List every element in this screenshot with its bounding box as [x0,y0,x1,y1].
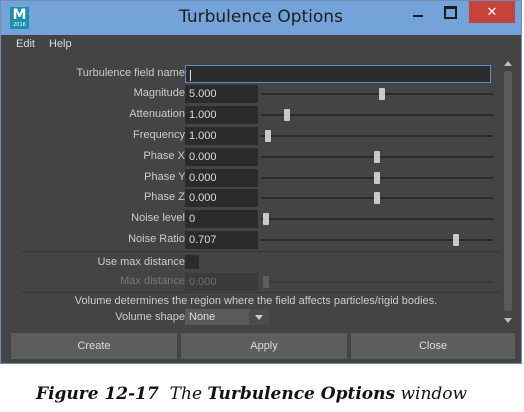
attenuation-slider[interactable] [261,109,493,121]
phase-y-slider-handle[interactable] [374,172,380,184]
magnitude-slider[interactable] [261,88,493,100]
turbulence-options-window: M 2016 Turbulence Options ✕ Edit Help Tu… [0,0,522,364]
caption-bold-title: Turbulence Options [207,384,396,404]
row-max-distance: Max distance: 0.000 [11,273,501,292]
caption-article: The [169,384,203,404]
row-phase-z: Phase Z: 0.000 [11,189,501,208]
minimize-button[interactable] [403,1,433,23]
scroll-down-arrow-icon[interactable] [504,318,512,323]
scroll-up-arrow-icon[interactable] [504,61,512,66]
phase-x-label: Phase X: [143,150,188,162]
phase-y-label: Phase Y: [144,171,188,183]
volume-shape-value: None [189,311,216,323]
attenuation-label: Attenuation: [129,108,188,120]
volume-shape-dropdown[interactable]: None [185,309,269,325]
menu-help[interactable]: Help [49,38,72,50]
row-use-max-distance: Use max distance: [11,254,501,273]
phase-z-slider-handle[interactable] [374,192,380,204]
noise-ratio-field[interactable]: 0.707 [185,231,258,249]
phase-x-slider-handle[interactable] [374,151,380,163]
phase-z-label: Phase Z: [143,191,188,203]
attenuation-slider-handle[interactable] [283,109,290,121]
minimize-icon [413,15,423,17]
magnitude-slider-handle[interactable] [378,88,385,100]
row-attenuation: Attenuation: 1.000 [11,106,501,125]
noise-level-slider-handle[interactable] [262,213,269,225]
text-caret [190,69,191,81]
frequency-slider-handle[interactable] [264,130,271,142]
phase-y-slider[interactable] [261,172,493,184]
vertical-scrollbar[interactable] [503,59,513,325]
volume-info-text: Volume determines the region where the f… [74,295,438,307]
button-bar: Create Apply Close [1,331,521,363]
magnitude-field[interactable]: 5.000 [185,85,258,103]
row-magnitude: Magnitude: 5.000 [11,85,501,104]
maximize-icon [444,6,457,19]
max-distance-slider [261,276,493,288]
section-divider [21,251,501,252]
noise-level-slider[interactable] [261,213,493,225]
figure-caption: Figure 12-17 The Turbulence Options wind… [36,384,467,404]
row-field-name: Turbulence field name: [11,65,501,84]
magnitude-label: Magnitude: [133,87,188,99]
noise-level-label: Noise level: [131,212,188,224]
maximize-button[interactable] [435,1,465,23]
row-noise-level: Noise level: 0 [11,210,501,229]
create-button[interactable]: Create [11,333,177,359]
phase-z-field[interactable]: 0.000 [185,189,258,207]
scrollbar-thumb[interactable] [504,71,512,311]
row-noise-ratio: Noise Ratio: 0.707 [11,231,501,250]
section-divider-2 [21,292,501,293]
volume-shape-label: Volume shape: [115,311,188,323]
row-phase-x: Phase X: 0.000 [11,148,501,167]
menu-edit[interactable]: Edit [16,38,35,50]
close-button[interactable]: Close [351,333,515,359]
row-volume-shape: Volume shape: None [11,309,501,325]
frequency-field[interactable]: 1.000 [185,127,258,145]
max-distance-slider-handle [262,276,269,288]
options-panel: Turbulence field name: Magnitude: 5.000 … [11,57,501,325]
menu-bar: Edit Help [1,35,521,55]
phase-x-field[interactable]: 0.000 [185,148,258,166]
attenuation-field[interactable]: 1.000 [185,106,258,124]
noise-ratio-label: Noise Ratio: [128,233,188,245]
row-frequency: Frequency: 1.000 [11,127,501,146]
use-max-distance-checkbox[interactable] [185,255,199,269]
noise-ratio-slider-handle[interactable] [452,234,459,246]
field-name-label: Turbulence field name: [76,67,189,79]
max-distance-label: Max distance: [120,275,188,287]
frequency-label: Frequency: [132,129,188,141]
use-max-distance-label: Use max distance: [97,256,188,268]
frequency-slider[interactable] [261,130,493,142]
phase-z-slider[interactable] [261,192,493,204]
chevron-down-icon [255,315,263,320]
phase-x-slider[interactable] [261,151,493,163]
noise-level-field[interactable]: 0 [185,210,258,228]
close-window-button[interactable]: ✕ [469,1,515,23]
title-bar[interactable]: M 2016 Turbulence Options ✕ [1,1,521,35]
figure-number: Figure 12-17 [36,384,159,404]
apply-button[interactable]: Apply [181,333,347,359]
caption-suffix: window [400,384,468,404]
row-phase-y: Phase Y: 0.000 [11,169,501,188]
noise-ratio-slider[interactable] [261,234,493,246]
phase-y-field[interactable]: 0.000 [185,169,258,187]
max-distance-field: 0.000 [185,273,258,291]
dropdown-arrow[interactable] [249,309,269,325]
close-icon: ✕ [486,5,498,20]
field-name-input[interactable] [185,65,491,83]
